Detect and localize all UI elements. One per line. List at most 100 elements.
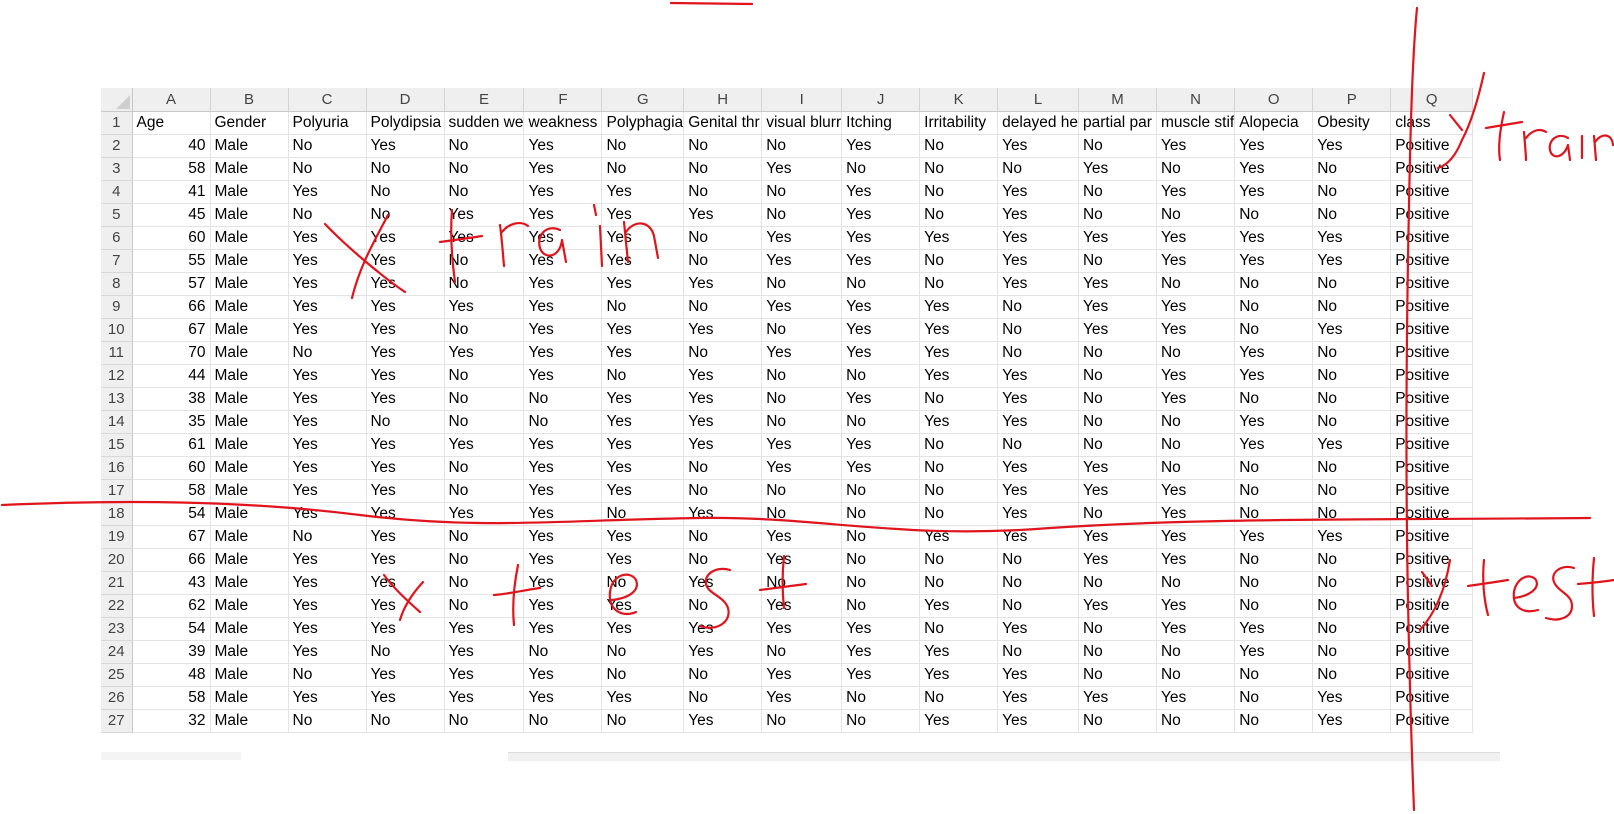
cell[interactable]: Yes [523,594,603,618]
cell[interactable]: Yes [1234,180,1314,204]
header-cell[interactable]: Itching [841,111,921,135]
cell[interactable]: No [1234,663,1314,687]
cell[interactable]: Yes [523,249,603,273]
cell[interactable]: Yes [366,617,445,641]
cell[interactable]: No [683,180,763,204]
cell[interactable]: No [523,640,603,664]
cell[interactable]: Yes [997,479,1079,503]
cell[interactable]: Positive [1390,134,1474,158]
cell[interactable]: No [761,640,843,664]
cell[interactable]: Yes [288,479,367,503]
cell[interactable]: No [841,410,921,434]
cell[interactable]: 66 [132,295,211,319]
cell[interactable]: Yes [366,364,445,388]
row-header[interactable]: 20 [101,548,133,572]
cell[interactable]: Yes [683,433,763,457]
cell[interactable]: Yes [288,272,367,296]
header-cell[interactable]: Polydipsia [366,111,445,135]
cell[interactable]: Yes [444,502,525,526]
cell[interactable]: Positive [1390,295,1474,319]
cell[interactable]: Yes [1078,594,1157,618]
row-header[interactable]: 5 [101,203,133,227]
cell[interactable]: Yes [288,295,367,319]
cell[interactable]: No [683,456,763,480]
cell[interactable]: Male [210,479,289,503]
cell[interactable]: Yes [288,456,367,480]
cell[interactable]: Positive [1390,341,1474,365]
cell[interactable]: Yes [841,341,921,365]
cell[interactable]: Yes [444,341,525,365]
row-header[interactable]: 8 [101,272,133,296]
row-header[interactable]: 7 [101,249,133,273]
cell[interactable]: Yes [366,456,445,480]
column-header-q[interactable]: Q [1390,88,1474,112]
cell[interactable]: Yes [1156,226,1236,250]
column-header-b[interactable]: B [210,88,289,112]
cell[interactable]: 54 [132,502,211,526]
row-header[interactable]: 18 [101,502,133,526]
cell[interactable]: Yes [523,180,603,204]
cell[interactable]: No [683,686,763,710]
cell[interactable]: No [288,709,367,733]
cell[interactable]: No [919,433,999,457]
cell[interactable]: Yes [919,341,999,365]
cell[interactable]: No [1312,548,1392,572]
cell[interactable]: Yes [444,617,525,641]
cell[interactable]: Yes [1234,364,1314,388]
column-header-f[interactable]: F [523,88,603,112]
cell[interactable]: No [601,364,685,388]
cell[interactable]: No [1156,571,1236,595]
cell[interactable]: Yes [601,525,685,549]
cell[interactable]: No [601,663,685,687]
cell[interactable]: No [761,364,843,388]
row-header[interactable]: 9 [101,295,133,319]
row-header[interactable]: 4 [101,180,133,204]
cell[interactable]: Yes [288,502,367,526]
cell[interactable]: No [1234,295,1314,319]
cell[interactable]: No [683,226,763,250]
cell[interactable]: No [444,249,525,273]
cell[interactable]: Yes [523,548,603,572]
cell[interactable]: No [841,594,921,618]
cell[interactable]: No [1078,134,1157,158]
cell[interactable]: No [1234,272,1314,296]
cell[interactable]: Yes [841,617,921,641]
cell[interactable]: 58 [132,479,211,503]
cell[interactable]: No [683,525,763,549]
cell[interactable]: No [919,387,999,411]
cell[interactable]: Male [210,387,289,411]
cell[interactable]: Yes [1156,180,1236,204]
cell[interactable]: Positive [1390,502,1474,526]
cell[interactable]: Yes [366,387,445,411]
cell[interactable]: Yes [523,134,603,158]
column-header-o[interactable]: O [1234,88,1314,112]
cell[interactable]: Yes [366,686,445,710]
cell[interactable]: Yes [601,180,685,204]
cell[interactable]: Yes [444,203,525,227]
header-cell[interactable]: class [1390,111,1474,135]
cell[interactable]: Yes [1234,249,1314,273]
cell[interactable]: No [601,709,685,733]
cell[interactable]: No [919,571,999,595]
cell[interactable]: No [1078,410,1157,434]
cell[interactable]: No [1078,433,1157,457]
cell[interactable]: No [1078,341,1157,365]
cell[interactable]: No [761,387,843,411]
cell[interactable]: Yes [366,663,445,687]
select-all-corner[interactable] [101,88,133,112]
cell[interactable]: Yes [1078,456,1157,480]
cell[interactable]: No [997,433,1079,457]
cell[interactable]: Yes [601,479,685,503]
cell[interactable]: No [1234,709,1314,733]
cell[interactable]: Male [210,502,289,526]
cell[interactable]: No [1234,456,1314,480]
cell[interactable]: No [601,571,685,595]
column-header-k[interactable]: K [919,88,999,112]
cell[interactable]: Yes [523,295,603,319]
cell[interactable]: Yes [1156,318,1236,342]
cell[interactable]: Yes [761,525,843,549]
cell[interactable]: Yes [761,157,843,181]
cell[interactable]: Yes [1156,249,1236,273]
cell[interactable]: 32 [132,709,211,733]
cell[interactable]: Male [210,134,289,158]
